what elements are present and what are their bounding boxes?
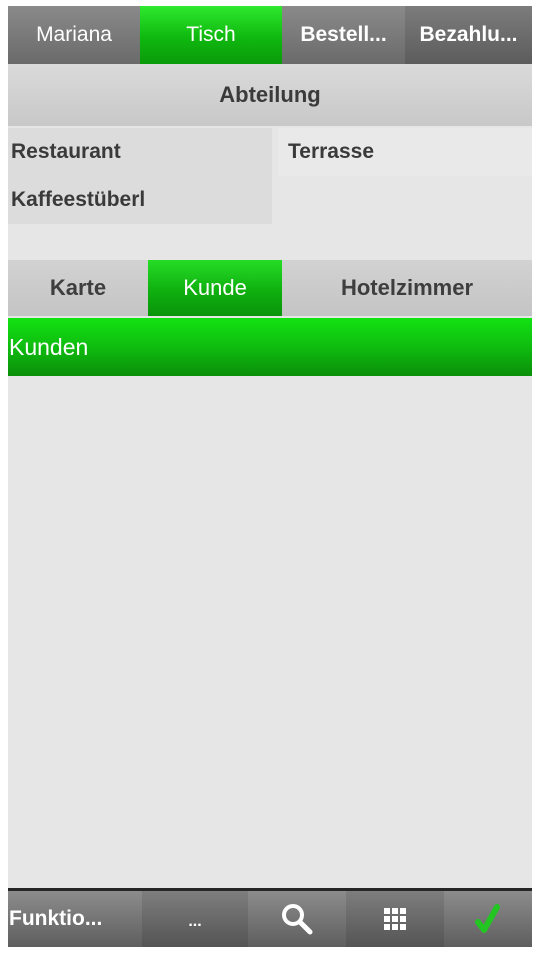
- tab-card[interactable]: Karte: [8, 260, 148, 316]
- grid-button[interactable]: [346, 891, 444, 947]
- functions-button[interactable]: Funktio...: [8, 891, 142, 947]
- confirm-button[interactable]: [444, 891, 532, 947]
- tab-order[interactable]: Bestell...: [282, 6, 405, 64]
- department-header: Abteilung: [8, 64, 532, 126]
- customer-list-header: Kunden: [8, 318, 532, 376]
- search-button[interactable]: [248, 891, 346, 947]
- tab-waiter-label: Mariana: [36, 23, 112, 46]
- functions-button-label: Funktio...: [9, 907, 103, 930]
- tab-waiter[interactable]: Mariana: [8, 6, 140, 64]
- app-screen: Mariana Tisch Bestell... Bezahlu... Abte…: [8, 6, 532, 947]
- tab-customer-label: Kunde: [183, 275, 247, 300]
- tab-payment-label: Bezahlu...: [419, 23, 518, 46]
- tab-table[interactable]: Tisch: [140, 6, 282, 64]
- department-item-label: Terrasse: [288, 140, 375, 163]
- selection-tab-bar: Karte Kunde Hotelzimmer: [8, 260, 532, 316]
- tab-hotel-room-label: Hotelzimmer: [340, 275, 474, 300]
- tab-payment[interactable]: Bezahlu...: [405, 6, 532, 64]
- customer-list-title: Kunden: [9, 333, 89, 360]
- top-tab-bar: Mariana Tisch Bestell... Bezahlu...: [8, 6, 532, 64]
- tab-card-label: Karte: [49, 275, 107, 300]
- more-button[interactable]: ...: [142, 891, 248, 947]
- department-item-label: Restaurant: [11, 140, 121, 163]
- tab-hotel-room[interactable]: Hotelzimmer: [282, 260, 532, 316]
- bottom-toolbar: Funktio... ...: [8, 891, 532, 947]
- department-item-restaurant[interactable]: Restaurant: [8, 128, 272, 176]
- department-item-label: Kaffeestüberl: [11, 188, 146, 211]
- tab-customer[interactable]: Kunde: [148, 260, 282, 316]
- tab-table-label: Tisch: [186, 23, 236, 46]
- grid-icon: [384, 908, 406, 930]
- search-icon: [280, 902, 314, 936]
- department-item-kaffeestuberl[interactable]: Kaffeestüberl: [8, 176, 272, 224]
- customer-list[interactable]: [8, 376, 532, 888]
- checkmark-icon: [475, 904, 501, 934]
- more-button-label: ...: [188, 913, 202, 930]
- department-item-terrasse[interactable]: Terrasse: [278, 128, 532, 176]
- tab-order-label: Bestell...: [300, 23, 387, 46]
- department-header-label: Abteilung: [219, 82, 321, 107]
